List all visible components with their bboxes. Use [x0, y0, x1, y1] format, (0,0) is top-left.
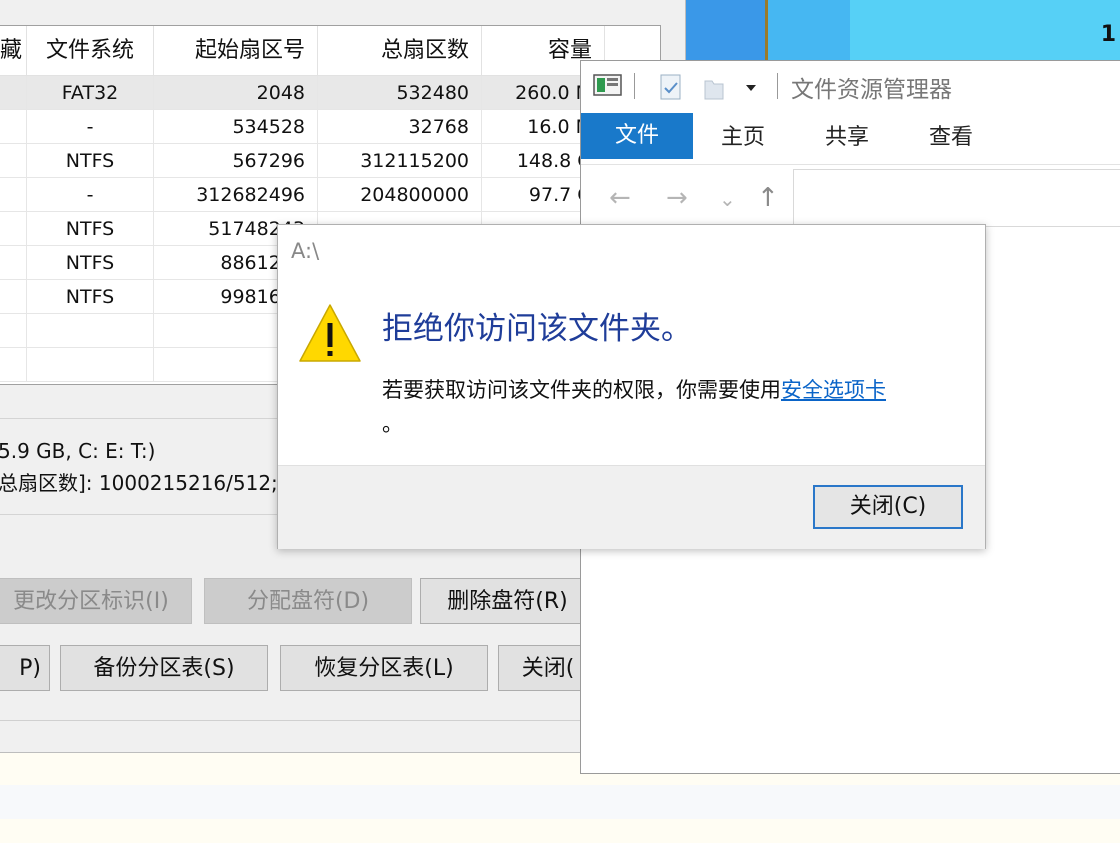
- cell-fs: NTFS: [27, 212, 154, 246]
- disk-info-line-2: 总扇区数]: 1000215216/512;: [0, 471, 278, 495]
- warning-icon: [299, 304, 361, 362]
- table-row[interactable]: FAT32 2048 532480 260.0 M: [0, 76, 660, 110]
- cell-empty: [0, 212, 27, 246]
- column-header-hidden[interactable]: 藏: [0, 26, 27, 76]
- cell-empty: [0, 76, 27, 110]
- disk-info-line-1: 5.9 GB, C: E: T:): [0, 439, 156, 463]
- properties-icon[interactable]: [659, 73, 683, 101]
- cell-start: 2048: [154, 76, 318, 110]
- tab-share[interactable]: 共享: [825, 113, 869, 159]
- access-denied-dialog: A:\ 拒绝你访问该文件夹。 若要获取访问该文件夹的权限，你需要使用安全选项卡 …: [277, 224, 986, 549]
- address-bar[interactable]: [793, 169, 1120, 227]
- cell-empty: [0, 178, 27, 212]
- desktop-background: 1: [685, 0, 1120, 60]
- dialog-message-end: 。: [382, 412, 403, 436]
- dialog-title: A:\: [291, 239, 320, 263]
- title-separator: [777, 73, 778, 99]
- cell-start: 567296: [154, 144, 318, 178]
- column-header-filesystem[interactable]: 文件系统: [27, 26, 154, 76]
- cell-fs: -: [27, 110, 154, 144]
- cell-fs: NTFS: [27, 246, 154, 280]
- cell-fs: [27, 314, 154, 348]
- title-separator: [634, 73, 635, 99]
- chevron-down-icon[interactable]: [744, 83, 758, 93]
- cell-empty: [0, 246, 27, 280]
- recent-locations-icon[interactable]: ⌄: [719, 187, 736, 211]
- cell-fs: [27, 348, 154, 382]
- table-row[interactable]: NTFS 567296 312115200 148.8 G: [0, 144, 660, 178]
- change-partition-id-button[interactable]: 更改分区标识(I): [0, 578, 192, 624]
- cell-fs: FAT32: [27, 76, 154, 110]
- cell-fs: NTFS: [27, 144, 154, 178]
- dialog-message: 若要获取访问该文件夹的权限，你需要使用安全选项卡 。: [382, 373, 972, 441]
- cell-fs: -: [27, 178, 154, 212]
- cell-fs: NTFS: [27, 280, 154, 314]
- assign-drive-letter-button[interactable]: 分配盘符(D): [204, 578, 412, 624]
- explorer-app-icon[interactable]: [593, 73, 623, 97]
- cell-empty: [0, 280, 27, 314]
- dialog-footer: 关闭(C): [278, 465, 985, 549]
- back-arrow-icon[interactable]: ←: [609, 183, 631, 213]
- desktop-corner-text: 1: [1100, 22, 1116, 47]
- cell-total: 532480: [318, 76, 482, 110]
- security-tab-link[interactable]: 安全选项卡: [781, 378, 886, 402]
- tab-home[interactable]: 主页: [721, 113, 765, 159]
- cell-total: 312115200: [318, 144, 482, 178]
- cell-empty: [0, 314, 27, 348]
- up-arrow-icon[interactable]: ↑: [757, 183, 779, 213]
- cell-empty: [0, 110, 27, 144]
- delete-drive-letter-button[interactable]: 删除盘符(R): [420, 578, 595, 624]
- cell-empty: [0, 144, 27, 178]
- backup-partition-table-button[interactable]: 备份分区表(S): [60, 645, 268, 691]
- tab-file[interactable]: 文件: [581, 113, 693, 159]
- column-header-start-sector[interactable]: 起始扇区号: [154, 26, 318, 76]
- window-title: 文件资源管理器: [791, 77, 952, 103]
- dialog-heading: 拒绝你访问该文件夹。: [382, 311, 692, 347]
- table-row[interactable]: -534528 32768 16.0 M: [0, 110, 660, 144]
- ribbon-divider: [581, 164, 1120, 165]
- partition-action-button[interactable]: P): [0, 645, 50, 691]
- new-folder-icon[interactable]: [703, 75, 725, 101]
- column-header-total-sectors[interactable]: 总扇区数: [318, 26, 482, 76]
- tab-view[interactable]: 查看: [929, 113, 973, 159]
- close-button[interactable]: 关闭(C): [813, 485, 963, 529]
- cell-total: 204800000: [318, 178, 482, 212]
- separator: [0, 720, 660, 721]
- desktop-strip: [0, 785, 1120, 819]
- dialog-message-text: 若要获取访问该文件夹的权限，你需要使用: [382, 378, 781, 402]
- cell-start: 534528: [154, 110, 318, 144]
- table-row[interactable]: -312682496 204800000 97.7 G: [0, 178, 660, 212]
- forward-arrow-icon[interactable]: →: [666, 183, 688, 213]
- restore-partition-table-button[interactable]: 恢复分区表(L): [280, 645, 488, 691]
- cell-total: 32768: [318, 110, 482, 144]
- cell-start: 312682496: [154, 178, 318, 212]
- cell-empty: [0, 348, 27, 382]
